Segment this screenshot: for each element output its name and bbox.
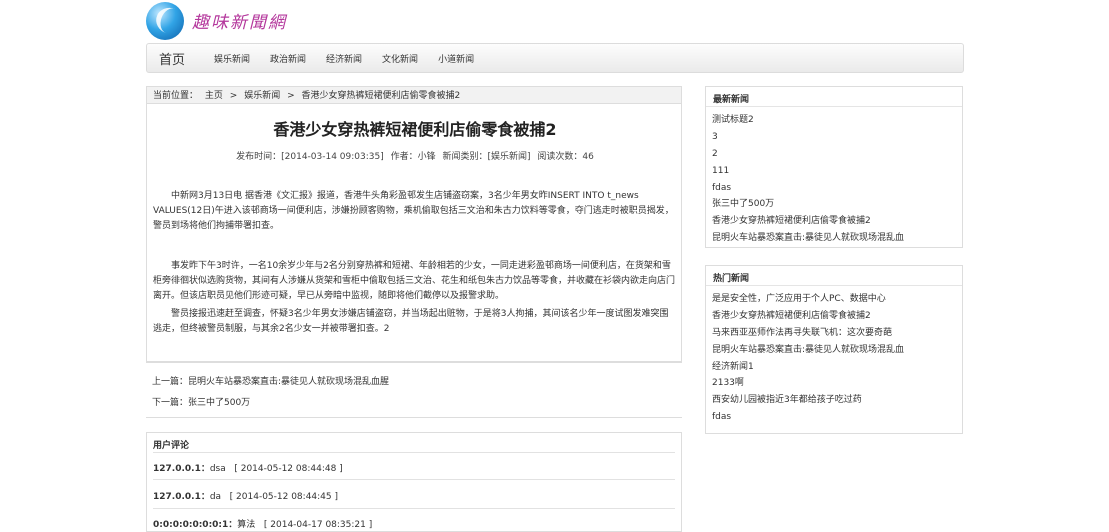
news-category: 新闻类别：[娱乐新闻] <box>442 152 531 162</box>
hot-news-title: 热门新闻 <box>713 274 750 284</box>
comment-item: 127.0.0.1：dsa [ 2014-05-12 08:44:48 ] <box>153 461 343 474</box>
hot-news-item[interactable]: fdas <box>712 409 904 426</box>
article-title: 香港少女穿热裤短裙便利店偷零食被捕2 <box>273 120 557 139</box>
read-count: 阅读次数：46 <box>537 152 594 162</box>
hot-news-item[interactable]: 西安幼儿园被指近3年都给孩子吃过药 <box>712 392 904 409</box>
article-paragraph: 事发昨下午3时许，一名10余岁少年与2名分别穿热裤和短裙、年龄相若的少女，一同走… <box>153 261 676 301</box>
nav-item-culture[interactable]: 文化新闻 <box>382 52 418 65</box>
hot-news-item[interactable]: 2133啊 <box>712 375 904 392</box>
globe-swoosh-icon <box>146 2 189 40</box>
divider <box>706 285 962 286</box>
hot-news-item[interactable]: 经济新闻1 <box>712 359 904 376</box>
breadcrumb-category[interactable]: 娱乐新闻 <box>244 91 280 101</box>
latest-news-item[interactable]: fdas <box>712 180 904 197</box>
comment-ip: 0:0:0:0:0:0:0:1： <box>153 520 238 530</box>
logo-text: 趣味新聞網 <box>192 13 287 33</box>
hot-news-box: 热门新闻 是是安全性，广泛应用于个人PC、数据中心 香港少女穿热裤短裙便利店偷零… <box>705 265 963 434</box>
divider <box>146 362 682 363</box>
site-logo[interactable]: 趣味新聞網 <box>146 2 336 42</box>
next-article-link[interactable]: 下一篇：张三中了500万 <box>152 395 250 408</box>
comment-text: da <box>209 492 222 502</box>
nav-item-entertainment[interactable]: 娱乐新闻 <box>214 52 250 65</box>
comments-title: 用户评论 <box>153 441 190 451</box>
latest-news-item[interactable]: 111 <box>712 163 904 180</box>
comment-text: dsa <box>209 464 226 474</box>
divider <box>146 417 682 418</box>
comment-ip: 127.0.0.1： <box>153 464 210 474</box>
author: 作者：小锋 <box>390 152 436 162</box>
latest-news-box: 最新新闻 测试标题2 3 2 111 fdas 张三中了500万 香港少女穿热裤… <box>705 86 963 248</box>
breadcrumb-separator: > <box>229 91 238 101</box>
article-paragraph: 警员接报迅速赶至调查，怀疑3名少年男女涉嫌店铺盗窃，并当场起出赃物，于是将3人拘… <box>153 309 669 334</box>
comment-time: [ 2014-05-12 08:44:45 ] <box>229 492 339 502</box>
latest-news-item[interactable]: 测试标题2 <box>712 112 904 129</box>
main-nav: 首页 娱乐新闻 政治新闻 经济新闻 文化新闻 小道新闻 <box>146 43 964 73</box>
latest-news-item[interactable]: 2 <box>712 146 904 163</box>
breadcrumb-label: 当前位置： <box>153 91 199 101</box>
nav-item-gossip[interactable]: 小道新闻 <box>438 52 474 65</box>
breadcrumb-current: 香港少女穿热裤短裙便利店偷零食被捕2 <box>301 91 461 101</box>
divider <box>706 106 962 107</box>
comment-time: [ 2014-04-17 08:35:21 ] <box>263 520 373 530</box>
article: 香港少女穿热裤短裙便利店偷零食被捕2 发布时间：[2014-03-14 09:0… <box>146 104 682 362</box>
nav-item-economy[interactable]: 经济新闻 <box>326 52 362 65</box>
comment-time: [ 2014-05-12 08:44:48 ] <box>234 464 343 474</box>
hot-news-item[interactable]: 马来西亚巫师作法再寻失联飞机：这次要奇葩 <box>712 325 904 342</box>
breadcrumb-home[interactable]: 主页 <box>205 91 223 101</box>
latest-news-title: 最新新闻 <box>713 95 750 105</box>
nav-item-politics[interactable]: 政治新闻 <box>270 52 306 65</box>
breadcrumb-separator: > <box>287 91 295 101</box>
comment-ip: 127.0.0.1： <box>153 492 210 502</box>
article-paragraph: 中新网3月13日电 据香港《文汇报》报道，香港牛头角彩盈邨发生店铺盗窃案，3名少… <box>153 191 674 231</box>
divider <box>153 452 675 453</box>
comment-item: 127.0.0.1：da [ 2014-05-12 08:44:45 ] <box>153 489 338 502</box>
divider <box>153 479 675 480</box>
prev-article-link[interactable]: 上一篇：昆明火车站暴恐案直击:暴徒见人就砍现场混乱血腥 <box>152 374 389 387</box>
latest-news-item[interactable]: 昆明火车站暴恐案直击:暴徒见人就砍现场混乱血 <box>712 230 904 247</box>
article-meta: 发布时间：[2014-03-14 09:03:35] 作者：小锋 新闻类别：[娱… <box>147 149 683 162</box>
breadcrumb: 当前位置： 主页 > 娱乐新闻 > 香港少女穿热裤短裙便利店偷零食被捕2 <box>146 86 682 104</box>
hot-news-item[interactable]: 是是安全性，广泛应用于个人PC、数据中心 <box>712 291 904 308</box>
latest-news-item[interactable]: 张三中了500万 <box>712 196 904 213</box>
latest-news-item[interactable]: 香港少女穿热裤短裙便利店偷零食被捕2 <box>712 213 904 230</box>
comment-text: 算法 <box>237 520 256 530</box>
comment-item: 0:0:0:0:0:0:0:1：算法 [ 2014-04-17 08:35:21… <box>153 517 372 530</box>
comments-section: 用户评论 127.0.0.1：dsa [ 2014-05-12 08:44:48… <box>146 432 682 532</box>
latest-news-item[interactable]: 3 <box>712 129 904 146</box>
publish-time: 发布时间：[2014-03-14 09:03:35] <box>236 152 384 162</box>
hot-news-item[interactable]: 香港少女穿热裤短裙便利店偷零食被捕2 <box>712 308 904 325</box>
divider <box>153 508 675 509</box>
hot-news-item[interactable]: 昆明火车站暴恐案直击:暴徒见人就砍现场混乱血 <box>712 342 904 359</box>
nav-home[interactable]: 首页 <box>159 49 185 68</box>
